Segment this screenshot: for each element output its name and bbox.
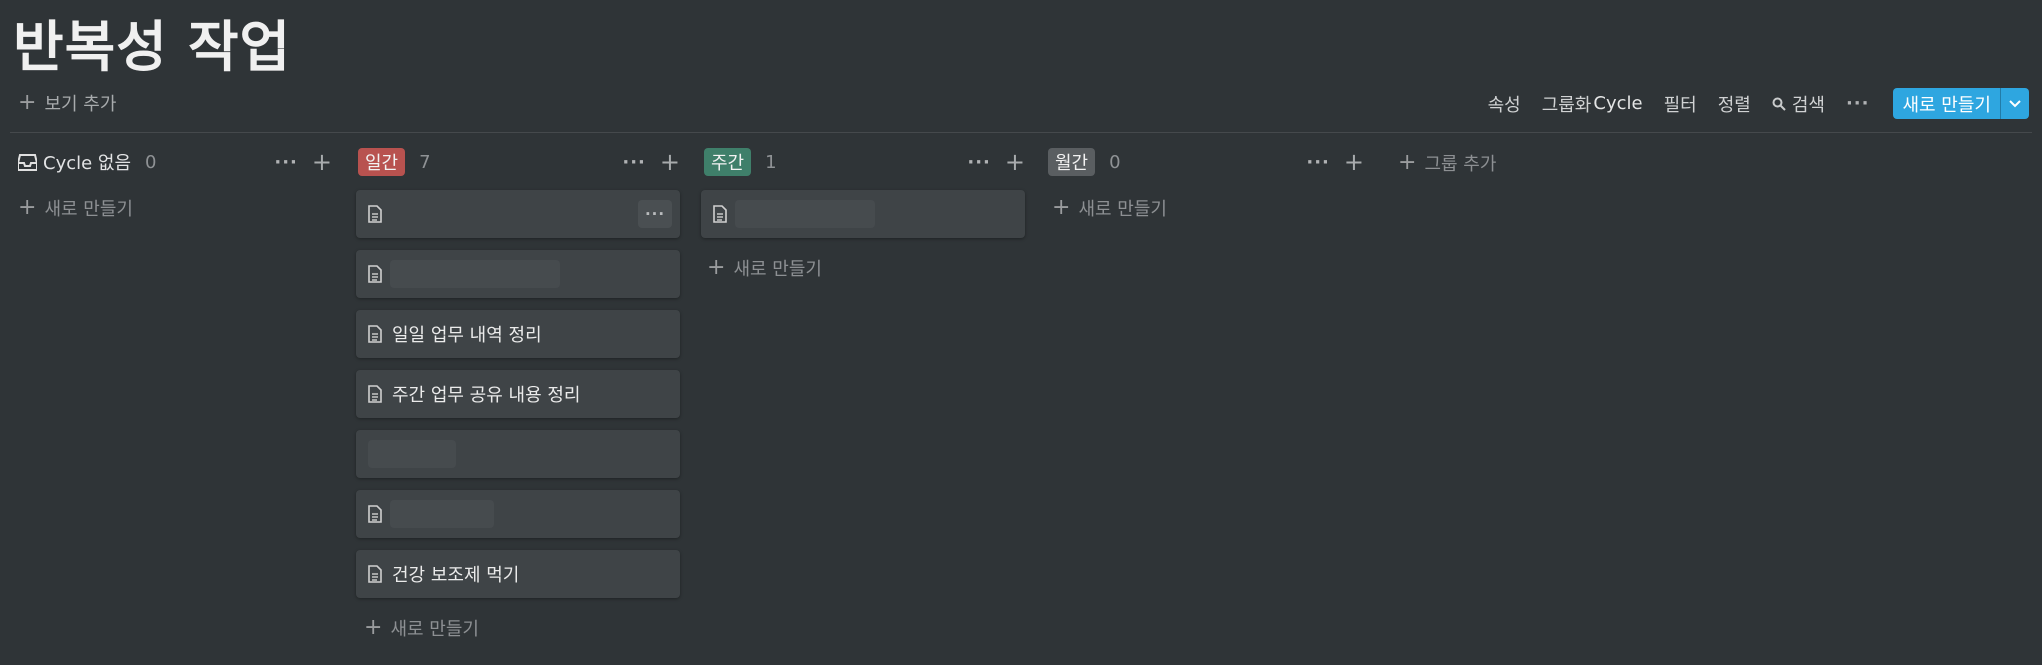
document-icon	[713, 205, 727, 223]
column-more-icon[interactable]: ···	[1306, 152, 1330, 173]
new-button[interactable]: 새로 만들기	[1893, 88, 2029, 119]
plus-icon: +	[1052, 195, 1071, 220]
new-button-label[interactable]: 새로 만들기	[1893, 88, 2000, 119]
redacted-title	[390, 500, 494, 528]
column-add-icon[interactable]: +	[312, 150, 332, 174]
card-title: 일일 업무 내역 정리	[392, 325, 542, 346]
board-column-no-cycle: Cycle 없음 0 ··· + + 새로 만들기	[18, 148, 332, 226]
sort-button[interactable]: 정렬	[1718, 91, 1751, 117]
plus-icon: +	[707, 255, 726, 280]
new-card-button[interactable]: + 새로 만들기	[18, 190, 332, 226]
group-tag: 주간	[704, 148, 752, 176]
add-view-button[interactable]: + 보기 추가	[18, 90, 116, 116]
redacted-title	[368, 440, 456, 468]
column-count: 1	[765, 151, 777, 173]
view-toolbar: 속성 그룹화 Cycle 필터 정렬 검색 ··· 새로 만들기	[1467, 88, 2029, 119]
document-icon	[368, 265, 382, 283]
more-options-button[interactable]: ···	[1846, 93, 1870, 114]
add-view-label: 보기 추가	[44, 94, 117, 115]
column-more-icon[interactable]: ···	[967, 152, 991, 173]
column-header: Cycle 없음 0 ··· +	[18, 148, 332, 176]
document-icon	[368, 505, 382, 523]
column-count: 0	[1109, 151, 1121, 173]
group-tag: 일간	[358, 148, 406, 176]
column-add-icon[interactable]: +	[1005, 150, 1025, 174]
document-icon	[368, 385, 382, 403]
column-header: 월간 0 ··· +	[1048, 148, 1364, 176]
board-card[interactable]	[356, 250, 680, 298]
board-card[interactable]: 일일 업무 내역 정리	[356, 310, 680, 358]
plus-icon: +	[18, 90, 37, 115]
board-column-weekly: 주간 1 ··· + + 새로 만들기	[701, 148, 1025, 286]
properties-button[interactable]: 속성	[1488, 91, 1521, 117]
document-icon	[368, 565, 382, 583]
board-card[interactable]: 건강 보조제 먹기	[356, 550, 680, 598]
redacted-title	[735, 200, 875, 228]
inbox-icon	[18, 153, 37, 171]
toolbar-divider	[10, 132, 2032, 133]
plus-icon: +	[18, 195, 37, 220]
document-icon	[368, 205, 382, 223]
plus-icon: +	[364, 615, 383, 640]
redacted-title	[390, 260, 560, 288]
filter-button[interactable]: 필터	[1664, 91, 1697, 117]
column-add-icon[interactable]: +	[1344, 150, 1364, 174]
column-more-icon[interactable]: ···	[622, 152, 646, 173]
card-more-icon[interactable]: ···	[638, 200, 672, 228]
add-group-button[interactable]: + 그룹 추가	[1398, 150, 1496, 176]
column-title: Cycle 없음	[43, 153, 132, 174]
column-more-icon[interactable]: ···	[274, 152, 298, 173]
card-title: 주간 업무 공유 내용 정리	[392, 385, 581, 406]
board-card[interactable]	[701, 190, 1025, 238]
board-card[interactable]: 주간 업무 공유 내용 정리	[356, 370, 680, 418]
plus-icon: +	[1398, 150, 1417, 175]
column-header: 주간 1 ··· +	[701, 148, 1025, 176]
column-count: 0	[145, 151, 157, 173]
group-tag: 월간	[1048, 148, 1096, 176]
board-card[interactable]: ···	[356, 190, 680, 238]
board-column-daily: 일간 7 ··· + ··· 일일 업무 내역 정리 주간 업무 공유 내용 정…	[356, 148, 680, 646]
chevron-down-icon[interactable]	[2000, 88, 2029, 119]
page-title: 반복성 작업	[13, 15, 292, 79]
group-by-button[interactable]: 그룹화 Cycle	[1542, 91, 1643, 117]
new-card-button[interactable]: + 새로 만들기	[1052, 190, 1364, 226]
document-icon	[368, 325, 382, 343]
board-card[interactable]	[356, 430, 680, 478]
column-header: 일간 7 ··· +	[356, 148, 680, 176]
card-title: 건강 보조제 먹기	[392, 565, 520, 586]
new-card-button[interactable]: + 새로 만들기	[364, 610, 680, 646]
search-icon	[1772, 97, 1786, 111]
board-card[interactable]	[356, 490, 680, 538]
search-button[interactable]: 검색	[1772, 91, 1825, 117]
column-add-icon[interactable]: +	[660, 150, 680, 174]
column-count: 7	[419, 151, 431, 173]
board-column-monthly: 월간 0 ··· + + 새로 만들기	[1048, 148, 1364, 226]
new-card-button[interactable]: + 새로 만들기	[707, 250, 1025, 286]
